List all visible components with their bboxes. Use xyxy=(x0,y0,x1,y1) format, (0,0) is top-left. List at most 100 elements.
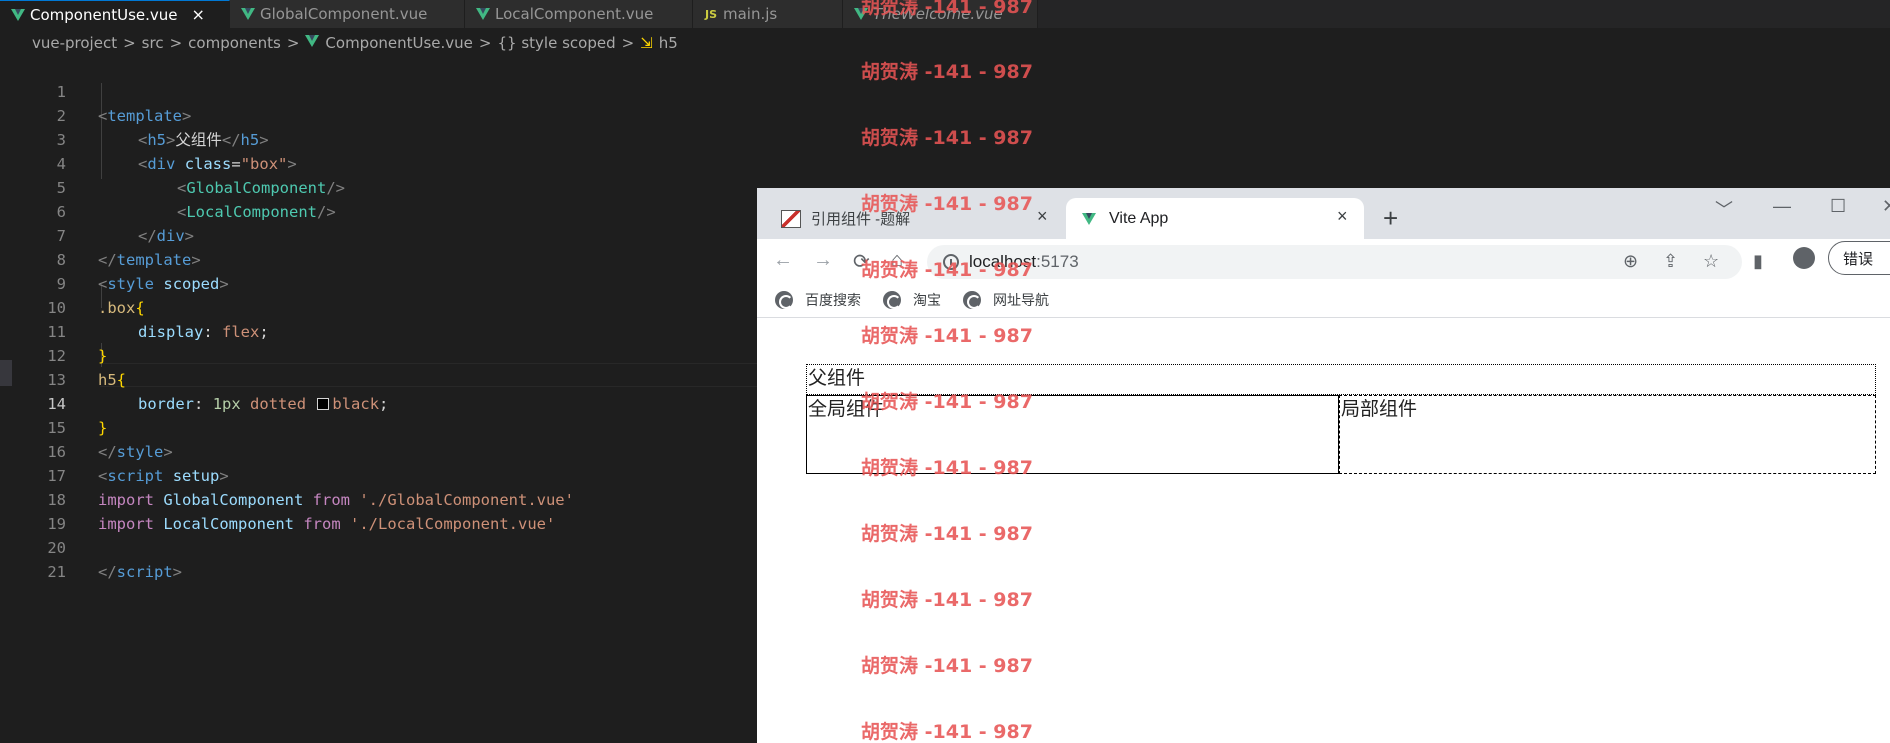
code-line: 13 border: 1px dotted black; xyxy=(0,344,760,413)
tab-globalcomponent[interactable]: GlobalComponent.vue xyxy=(230,0,465,28)
window-close-icon[interactable]: ✕ xyxy=(1882,196,1890,217)
code-line: 6 </div> xyxy=(0,176,760,245)
breadcrumb-item[interactable]: src xyxy=(142,34,164,52)
error-button[interactable]: 错误 xyxy=(1828,241,1890,275)
breadcrumb-item[interactable]: {} style scoped xyxy=(498,34,616,52)
breadcrumb-item[interactable]: vue-project xyxy=(32,34,117,52)
close-icon[interactable]: × xyxy=(192,5,205,24)
tab-main-js[interactable]: JS main.js xyxy=(693,0,843,28)
back-icon[interactable]: ← xyxy=(773,249,793,272)
url-host: localhost xyxy=(969,252,1037,271)
browser-toolbar: ← → ⟳ ⌂ localhost:5173 ⊕ ⇪ ☆ ▮ xyxy=(757,239,1890,283)
site-info-icon[interactable] xyxy=(943,254,959,270)
code-line: 16 <script setup> xyxy=(0,416,760,485)
bookmark-star-icon[interactable]: ☆ xyxy=(1703,251,1719,272)
global-component: 全局组件 xyxy=(806,395,1339,474)
vue-file-icon xyxy=(305,34,320,52)
browser-tab-strip: 引用组件 -题解 × Vite App × + ﹀ — ☐ ✕ xyxy=(757,188,1890,239)
parent-heading: 父组件 xyxy=(806,364,1876,395)
breadcrumb-item[interactable]: ComponentUse.vue xyxy=(325,34,473,52)
tab-componentuse[interactable]: ComponentUse.vue × xyxy=(0,0,230,28)
code-line: 17 import GlobalComponent from './Global… xyxy=(0,440,760,509)
share-icon[interactable]: ⇪ xyxy=(1663,251,1678,272)
bookmark-hao[interactable]: 网址导航 xyxy=(963,290,1049,310)
tab-title: 引用组件 -题解 xyxy=(811,211,911,228)
tab-label: ComponentUse.vue xyxy=(30,5,178,24)
code-line: 19 xyxy=(0,488,760,533)
code-line: 15 </style> xyxy=(0,392,760,461)
vue-file-icon xyxy=(10,7,26,23)
zoom-icon[interactable]: ⊕ xyxy=(1623,251,1638,272)
code-line: 20 </script> xyxy=(0,512,760,581)
local-component: 局部组件 xyxy=(1339,395,1876,474)
new-tab-button[interactable]: + xyxy=(1383,205,1398,231)
close-icon[interactable]: × xyxy=(1337,206,1348,227)
bookmark-label: 淘宝 xyxy=(913,292,941,308)
close-icon[interactable]: × xyxy=(1037,206,1048,227)
browser-tab-vite-content: Vite App xyxy=(1079,198,1168,239)
chevron-right-icon: > xyxy=(169,34,183,52)
code-line: 4 <GlobalComponent/> xyxy=(0,128,760,197)
breadcrumb: vue-project > src > components > Compone… xyxy=(0,30,760,56)
globe-icon xyxy=(963,291,981,309)
vue-favicon-icon xyxy=(1079,209,1099,229)
code-line: 2 <h5>父组件</h5> xyxy=(0,80,760,149)
profile-avatar-icon[interactable] xyxy=(1793,247,1815,269)
tab-label: GlobalComponent.vue xyxy=(260,5,428,23)
tab-thewelcome[interactable]: TheWelcome.vue xyxy=(843,0,1038,28)
tab-search-icon[interactable]: ﹀ xyxy=(1715,196,1733,222)
line-number: 21 xyxy=(47,563,66,581)
address-bar[interactable]: localhost:5173 xyxy=(927,245,1742,279)
browser-tab-tijie[interactable]: 引用组件 -题解 xyxy=(757,198,1029,239)
image-favicon-icon xyxy=(781,209,801,229)
forward-icon[interactable]: → xyxy=(813,249,833,272)
code-editor[interactable]: 1 <template> 2 <h5>父组件</h5> 3 <div class… xyxy=(0,56,760,743)
maximize-icon[interactable]: ☐ xyxy=(1830,196,1846,217)
code-line: 14 } xyxy=(0,368,760,437)
watermark-text: 胡贺涛 -141 - 987 xyxy=(861,127,1033,149)
bookmark-taobao[interactable]: 淘宝 xyxy=(883,290,941,310)
chevron-right-icon: > xyxy=(621,34,635,52)
code-line: 18 import LocalComponent from './LocalCo… xyxy=(0,464,760,533)
component-box: 全局组件 局部组件 xyxy=(806,395,1876,474)
code-line: 7 </template> xyxy=(0,200,760,269)
breadcrumb-item[interactable]: components xyxy=(188,34,281,52)
bookmarks-bar: 百度搜索 淘宝 网址导航 xyxy=(757,283,1890,318)
vue-file-icon xyxy=(240,6,256,22)
code-line: 8 <style scoped> xyxy=(0,224,760,293)
code-line: 9 .box{ xyxy=(0,248,760,317)
globe-icon xyxy=(775,291,793,309)
vue-file-icon xyxy=(475,6,491,22)
browser-window: 引用组件 -题解 × Vite App × + ﹀ — ☐ ✕ ← → ⟳ ⌂ … xyxy=(757,188,1890,743)
bookmark-label: 百度搜索 xyxy=(805,292,861,308)
minimize-icon[interactable]: — xyxy=(1773,196,1791,217)
bookmark-baidu[interactable]: 百度搜索 xyxy=(775,290,861,310)
code-line: 21 xyxy=(0,536,760,581)
js-file-icon: JS xyxy=(704,7,717,21)
tab-label: main.js xyxy=(723,5,778,23)
code-line: 11 } xyxy=(0,296,760,365)
code-line: 10 display: flex; xyxy=(0,272,760,341)
bookmark-label: 网址导航 xyxy=(993,292,1049,308)
chevron-right-icon: > xyxy=(478,34,492,52)
page-content: 父组件 全局组件 局部组件 xyxy=(757,319,1890,743)
chevron-right-icon: > xyxy=(286,34,300,52)
editor-tab-bar: ComponentUse.vue × GlobalComponent.vue L… xyxy=(0,0,1890,28)
symbol-tag-icon: ⇲ xyxy=(640,34,653,52)
side-panel-icon[interactable]: ▮ xyxy=(1753,251,1763,272)
tab-label: LocalComponent.vue xyxy=(495,5,654,23)
chevron-right-icon: > xyxy=(123,34,136,52)
watermark-text: 胡贺涛 -141 - 987 xyxy=(861,61,1033,83)
tab-title: Vite App xyxy=(1109,209,1169,227)
home-icon[interactable]: ⌂ xyxy=(891,249,903,272)
code-line: 3 <div class="box"> xyxy=(0,104,760,173)
vue-file-icon xyxy=(853,6,869,22)
tab-label: TheWelcome.vue xyxy=(873,5,1003,23)
code-line: 5 <LocalComponent/> xyxy=(0,152,760,221)
code-line: 1 <template> xyxy=(0,56,760,125)
tab-localcomponent[interactable]: LocalComponent.vue xyxy=(465,0,693,28)
breadcrumb-item[interactable]: h5 xyxy=(659,34,678,52)
globe-icon xyxy=(883,291,901,309)
code-line: 12 h5{ xyxy=(0,320,760,389)
reload-icon[interactable]: ⟳ xyxy=(853,249,870,274)
